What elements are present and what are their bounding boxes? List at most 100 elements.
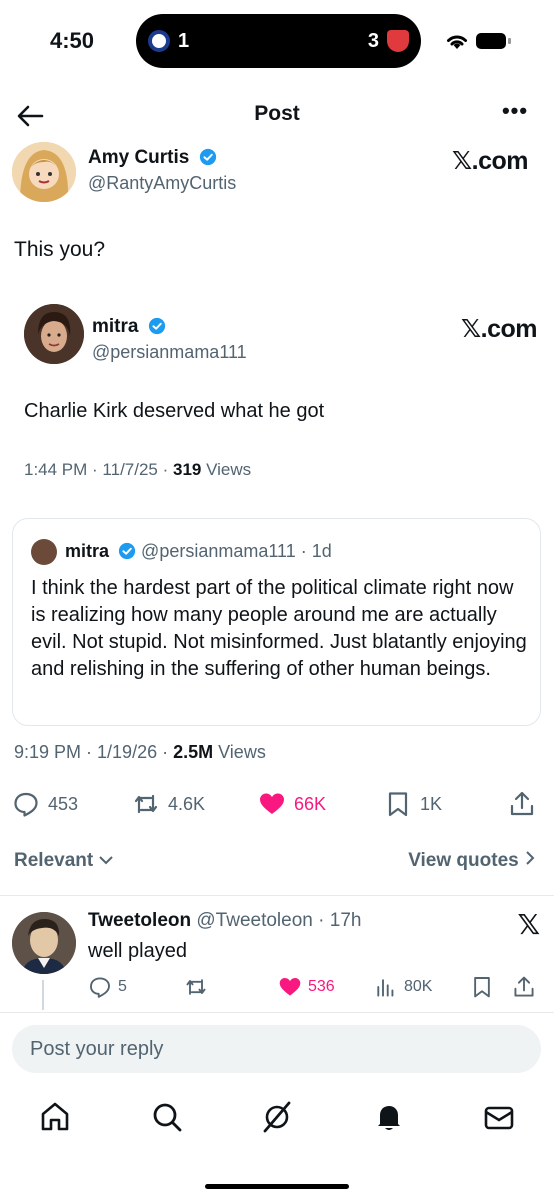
quoted-author-handle: @persianmama111 xyxy=(141,541,296,561)
live-activity-score[interactable]: 1 3 xyxy=(136,14,421,68)
away-score: 3 xyxy=(367,30,379,52)
reply-age: · 17h xyxy=(318,910,362,931)
thread-line xyxy=(42,980,44,1010)
clock: 4:50 xyxy=(50,28,95,53)
bell-icon xyxy=(378,1106,400,1130)
bookmark-icon xyxy=(474,977,490,998)
quoted-post-text: I think the hardest part of the politica… xyxy=(31,577,527,680)
reply-repost-button[interactable] xyxy=(184,972,214,1002)
mail-icon xyxy=(484,1106,514,1130)
grok-icon xyxy=(263,1101,291,1133)
screenshot-views-label: Views xyxy=(201,460,252,479)
reply-count: 453 xyxy=(48,793,79,814)
chevron-down-icon xyxy=(99,856,114,865)
verified-badge-icon xyxy=(199,148,216,166)
post-meta: 9:19 PM · 1/19/26 · 2.5M Views xyxy=(14,742,266,763)
home-icon xyxy=(41,1102,69,1131)
inter-crest-icon xyxy=(148,30,170,52)
screenshot-post-time: 1:44 PM · 11/7/25 · xyxy=(24,460,173,479)
repost-button[interactable]: 4.6K xyxy=(132,786,205,822)
top-nav: Post ••• xyxy=(0,92,554,138)
quoted-author-name: mitra xyxy=(65,541,110,561)
home-indicator xyxy=(205,1184,349,1189)
x-watermark: 𝕏.com xyxy=(452,147,529,175)
reply-reply-button[interactable]: 5 xyxy=(88,972,127,1002)
reply-views-count: 80K xyxy=(404,978,433,995)
share-icon xyxy=(514,976,534,997)
search-icon xyxy=(153,1103,182,1132)
screenshot-author-name: mitra xyxy=(92,316,166,338)
like-button[interactable]: 66K xyxy=(258,786,326,822)
reply-icon xyxy=(14,792,38,817)
chevron-right-icon xyxy=(526,851,535,865)
bookmark-button[interactable]: 1K xyxy=(384,786,442,822)
status-bar: 4:50 1 3 xyxy=(0,0,554,84)
replies-sort-row: Relevant View quotes xyxy=(0,840,554,882)
author-handle[interactable]: @RantyAmyCurtis xyxy=(88,173,236,194)
reply-reply-count: 5 xyxy=(118,978,127,995)
screenshot-post-meta: 1:44 PM · 11/7/25 · 319 Views xyxy=(24,460,251,480)
reply-action-bar: 5 536 80K xyxy=(88,972,540,1002)
reply-input[interactable] xyxy=(12,1025,541,1073)
reply-header: Tweetoleon @Tweetoleon · 17h xyxy=(88,910,361,932)
view-quotes-link[interactable]: View quotes xyxy=(408,850,536,872)
divider xyxy=(0,895,554,896)
reply-bookmark-button[interactable] xyxy=(470,972,500,1002)
post-action-bar: 453 4.6K 66K 1K xyxy=(12,786,542,822)
share-icon xyxy=(510,791,534,816)
share-button[interactable] xyxy=(508,786,544,822)
reply-share-button[interactable] xyxy=(512,972,542,1002)
view-quotes-label: View quotes xyxy=(408,850,519,871)
reply-like-count: 536 xyxy=(308,978,335,995)
arsenal-crest-icon xyxy=(387,30,409,52)
reply-button[interactable]: 453 xyxy=(12,786,78,822)
reply-icon xyxy=(90,977,110,998)
system-icons xyxy=(444,30,511,52)
verified-badge-icon xyxy=(148,317,165,335)
reply-like-button[interactable]: 536 xyxy=(278,972,335,1002)
quoted-post-age: · 1d xyxy=(300,541,332,561)
verified-badge-icon xyxy=(118,542,136,560)
sort-label: Relevant xyxy=(14,850,94,871)
tab-search[interactable] xyxy=(150,1100,184,1134)
tab-messages[interactable] xyxy=(482,1100,516,1134)
post-views-label: Views xyxy=(213,742,266,762)
x-watermark: 𝕏.com xyxy=(461,315,538,343)
reply-composer xyxy=(0,1012,554,1090)
screenshot-author-handle: @persianmama111 xyxy=(92,342,247,362)
analytics-icon xyxy=(377,979,394,997)
heart-filled-icon xyxy=(279,978,301,996)
screenshot-author-name-text: mitra xyxy=(92,316,139,337)
heart-filled-icon xyxy=(260,793,284,814)
reply-text: well played xyxy=(88,940,187,962)
post-views-count: 2.5M xyxy=(173,742,214,762)
screenshot-author: mitra @persianmama111 𝕏.com xyxy=(24,304,542,366)
post-timestamp[interactable]: 9:19 PM · 1/19/26 · xyxy=(14,742,173,762)
screenshot-post-text: Charlie Kirk deserved what he got xyxy=(24,400,325,422)
bottom-tab-bar xyxy=(0,1094,554,1144)
reply-author-avatar[interactable] xyxy=(12,912,76,974)
reply-author-name[interactable]: Tweetoleon xyxy=(88,910,191,931)
bookmark-icon xyxy=(388,792,408,817)
screenshot-views-count: 319 xyxy=(172,460,202,479)
quoted-post-card[interactable]: mitra @persianmama111 · 1d I think the h… xyxy=(12,518,541,726)
author-avatar[interactable] xyxy=(12,142,76,202)
home-score: 1 xyxy=(178,30,190,52)
tab-grok[interactable] xyxy=(260,1100,294,1134)
tab-notifications[interactable] xyxy=(372,1100,406,1134)
author-name-text: Amy Curtis xyxy=(88,147,190,168)
like-count: 66K xyxy=(294,793,327,814)
repost-icon xyxy=(186,979,206,995)
more-options-icon[interactable]: ••• xyxy=(500,100,530,130)
reply-post[interactable]: Tweetoleon @Tweetoleon · 17h 𝕏 well play… xyxy=(0,900,554,1010)
battery-icon xyxy=(476,33,511,49)
author-name[interactable]: Amy Curtis xyxy=(88,147,217,169)
repost-count: 4.6K xyxy=(168,793,206,814)
reply-views-button[interactable]: 80K xyxy=(374,972,432,1002)
tab-home[interactable] xyxy=(38,1100,72,1134)
screenshot-author-avatar xyxy=(24,304,84,364)
bookmark-count: 1K xyxy=(420,793,443,814)
reply-author-handle[interactable]: @Tweetoleon xyxy=(196,910,312,931)
sort-dropdown[interactable]: Relevant xyxy=(14,850,114,872)
x-logo-icon: 𝕏 xyxy=(517,909,540,940)
